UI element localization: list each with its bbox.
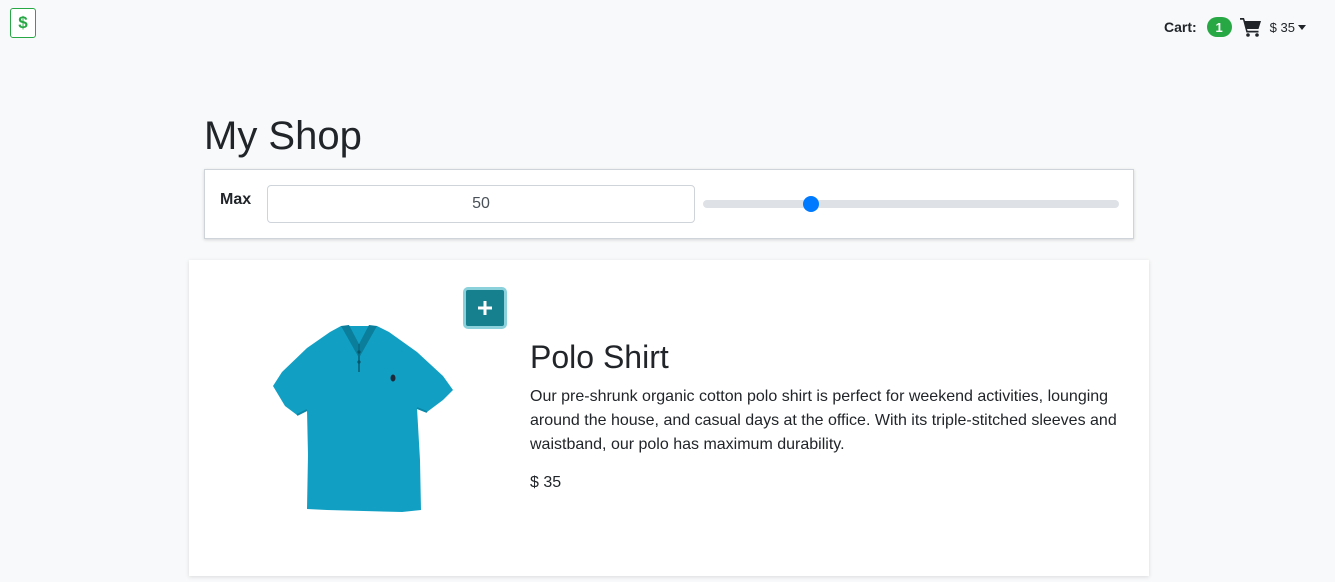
cart-total-value: $ 35 <box>1269 19 1295 35</box>
product-name: Polo Shirt <box>530 339 669 375</box>
add-to-cart-button[interactable] <box>463 287 507 329</box>
filter-label: Max <box>220 191 252 208</box>
brand-logo[interactable]: $ <box>10 8 36 38</box>
dollar-icon: $ <box>18 13 28 32</box>
slider-thumb[interactable] <box>803 196 820 212</box>
shopping-cart-icon[interactable] <box>1239 16 1264 38</box>
product-card: Polo Shirt Our pre-shrunk organic cotton… <box>189 260 1149 576</box>
cart-label: Cart: <box>1164 19 1197 35</box>
product-description: Our pre-shrunk organic cotton polo shirt… <box>530 388 1117 453</box>
max-price-slider[interactable] <box>703 193 1119 215</box>
max-price-input[interactable] <box>267 185 695 223</box>
max-price-filter: Max <box>204 169 1134 239</box>
polo-shirt-image <box>267 320 457 515</box>
caret-down-icon <box>1297 24 1306 30</box>
product-price: $ 35 <box>530 474 562 491</box>
plus-icon <box>478 301 492 315</box>
slider-track <box>703 200 1119 208</box>
cart-total-dropdown[interactable]: $ 35 <box>1270 20 1306 35</box>
cart-count-badge: 1 <box>1206 17 1232 37</box>
page-title: My Shop <box>204 114 362 158</box>
cart-summary: Cart: 1 $ 35 <box>1164 16 1306 38</box>
